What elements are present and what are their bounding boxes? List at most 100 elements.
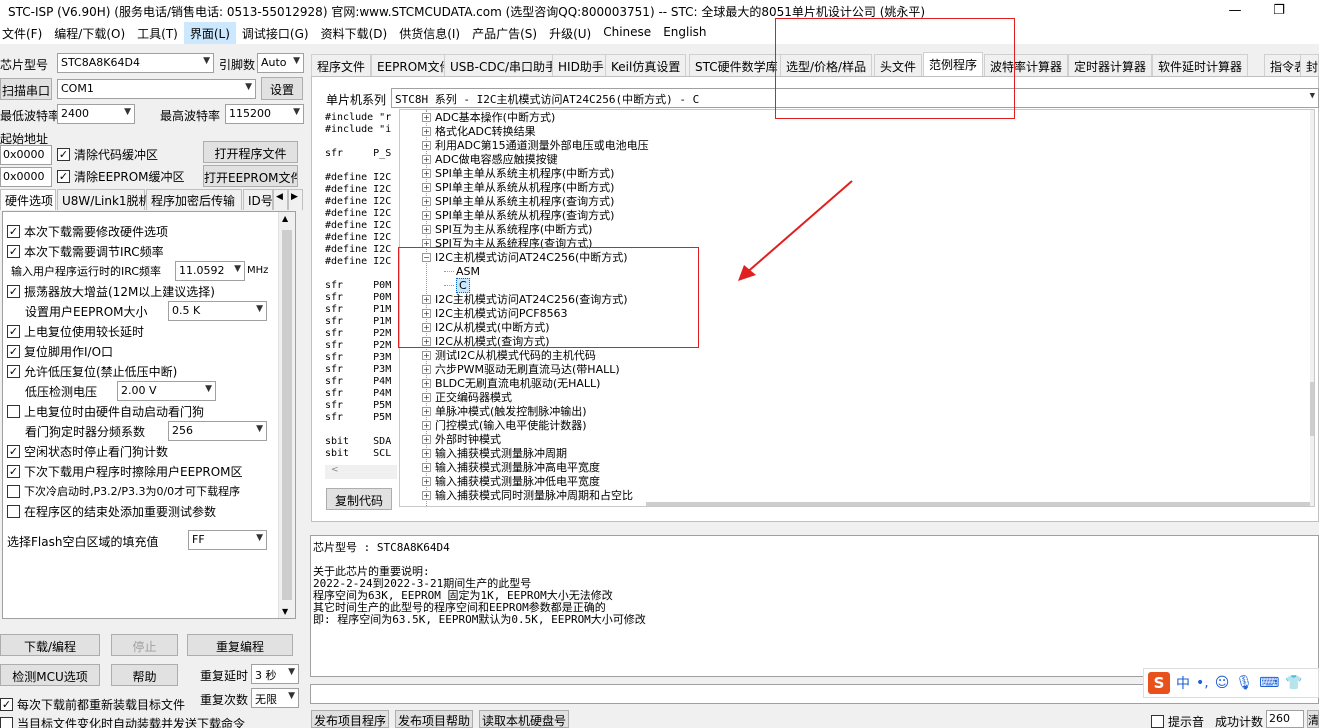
menu-supply[interactable]: 供货信息(I) [393, 22, 466, 44]
ime-skin-icon[interactable]: 👕 [1285, 675, 1302, 691]
series-select[interactable]: STC8H 系列 - I2C主机模式访问AT24C256(中断方式) - C ▼ [391, 88, 1319, 108]
tree-node[interactable]: + I2C主机模式访问AT24C256(查询方式) [422, 292, 628, 306]
tree-node[interactable]: + 六步PWM驱动无刷直流马达(带HALL) [422, 362, 620, 376]
menu-file[interactable]: 文件(F) [0, 22, 48, 44]
menu-english[interactable]: English [657, 22, 712, 44]
eeprom-addr-input[interactable]: 0x0000 [0, 167, 52, 187]
minimize-button[interactable]: — [1222, 2, 1248, 20]
tree-node[interactable]: + SPI单主单从系统从机程序(查询方式) [422, 208, 614, 222]
tree-node[interactable]: + 利用ADC第15通道测量外部电压或电池电压 [422, 138, 649, 152]
scroll-down-icon[interactable]: ▼ [282, 607, 288, 616]
expand-icon[interactable]: + [422, 238, 431, 248]
tree-node[interactable]: + 外部时钟模式 [422, 432, 501, 446]
collapse-icon[interactable]: − [422, 252, 431, 262]
tree-node[interactable]: + I2C主机模式访问PCF8563 [422, 306, 568, 320]
tree-node[interactable]: + 单脉冲模式(触发控制脉冲输出) [422, 404, 587, 418]
reload-before-download-checkbox[interactable]: ✓ 每次下载前都重新装载目标文件 [0, 696, 185, 713]
tree-node[interactable]: + SPI单主单从系统从机程序(中断方式) [422, 180, 614, 194]
tab-hid[interactable]: HID助手 [552, 54, 610, 76]
reprogram-button[interactable]: 重复编程 [187, 634, 293, 656]
tab-selection-price[interactable]: 选型/价格/样品 [780, 54, 873, 76]
expand-icon[interactable]: + [422, 462, 431, 472]
menu-interface[interactable]: 界面(L) [183, 22, 236, 44]
flash-fill-select[interactable]: FF ▼ [188, 530, 267, 550]
expand-icon[interactable]: + [422, 322, 431, 332]
expand-icon[interactable]: + [422, 392, 431, 402]
expand-icon[interactable]: + [422, 434, 431, 444]
tab-scroll-right-icon[interactable]: ▶ [288, 189, 303, 210]
tree-node[interactable]: + BLDC无刷直流电机驱动(无HALL) [422, 376, 600, 390]
tree-vscroll-thumb[interactable] [1310, 382, 1314, 436]
scan-port-button[interactable]: 扫描串口 [0, 78, 52, 100]
menu-debug[interactable]: 调试接口(G) [236, 22, 315, 44]
tree-node[interactable]: + SPI单主单从系统主机程序(查询方式) [422, 194, 614, 208]
copy-code-button[interactable]: 复制代码 [326, 488, 392, 510]
expand-icon[interactable]: + [422, 126, 431, 136]
prompt-sound-checkbox[interactable]: 提示音 [1151, 713, 1204, 728]
tab-id[interactable]: ID号 [243, 189, 273, 210]
tab-program-file[interactable]: 程序文件 [311, 54, 372, 76]
tab-baud-calc[interactable]: 波特率计算器 [984, 54, 1069, 76]
expand-icon[interactable]: + [422, 224, 431, 234]
expand-icon[interactable]: + [422, 154, 431, 164]
publish-help-button[interactable]: 发布项目帮助 [395, 710, 473, 728]
publish-program-button[interactable]: 发布项目程序 [311, 710, 389, 728]
menu-program[interactable]: 编程/下载(O) [48, 22, 131, 44]
tab-timer-calc[interactable]: 定时器计算器 [1068, 54, 1153, 76]
menu-tools[interactable]: 工具(T) [131, 22, 184, 44]
opt-reset-pin-io-checkbox[interactable]: ✓ 复位脚用作I/O口 [7, 343, 113, 360]
scroll-up-icon[interactable]: ▲ [282, 214, 288, 223]
tree-node[interactable]: + 输入捕获模式测量脉冲高电平宽度 [422, 460, 600, 474]
ime-toolbar[interactable]: S 中 •, ☺ 🎙 ⌨ 👕 [1143, 668, 1319, 698]
opt-test-params-checkbox[interactable]: 在程序区的结束处添加重要测试参数 [7, 503, 216, 520]
expand-icon[interactable]: + [422, 420, 431, 430]
restore-button[interactable]: ❐ [1266, 2, 1292, 20]
ime-language-icon[interactable]: 中 [1176, 673, 1190, 693]
stop-button[interactable]: 停止 [111, 634, 178, 656]
read-disk-id-button[interactable]: 读取本机硬盘号 [479, 710, 569, 728]
eeprom-size-select[interactable]: 0.5 K ▼ [168, 301, 267, 321]
tree-leaf[interactable]: ASM [444, 264, 480, 278]
code-addr-input[interactable]: 0x0000 [0, 145, 52, 165]
opt-low-voltage-reset-checkbox[interactable]: ✓ 允许低压复位(禁止低压中断) [7, 363, 177, 380]
menu-ads[interactable]: 产品广告(S) [466, 22, 543, 44]
hw-options-scrollbar[interactable]: ▲ ▼ [278, 212, 295, 618]
tab-header-files[interactable]: 头文件 [874, 54, 923, 76]
tab-usb-cdc[interactable]: USB-CDC/串口助手 [444, 54, 564, 76]
tree-hscroll-thumb[interactable] [646, 502, 1314, 506]
tab-more[interactable]: 封 [1300, 54, 1319, 76]
detect-mcu-button[interactable]: 检测MCU选项 [0, 664, 100, 686]
tab-hardware-options[interactable]: 硬件选项 [0, 189, 56, 210]
menu-downloads[interactable]: 资料下载(D) [315, 22, 394, 44]
expand-icon[interactable]: + [422, 490, 431, 500]
tab-encrypted-transfer[interactable]: 程序加密后传输 [146, 189, 242, 210]
expand-icon[interactable]: + [422, 378, 431, 388]
tab-keil-sim[interactable]: Keil仿真设置 [605, 54, 687, 76]
tree-node[interactable]: + SPI互为主从系统程序(查询方式) [422, 236, 592, 250]
tab-u8w-offline[interactable]: U8W/Link1脱机 [57, 189, 151, 210]
tree-leaf[interactable]: C [444, 277, 470, 293]
help-button[interactable]: 帮助 [111, 664, 178, 686]
tab-delay-calc[interactable]: 软件延时计算器 [1152, 54, 1249, 76]
ime-mic-icon[interactable]: 🎙 [1235, 675, 1253, 691]
tree-node[interactable]: + SPI互为主从系统程序(中断方式) [422, 222, 592, 236]
open-eeprom-file-button[interactable]: 打开EEPROM文件 [203, 165, 298, 187]
tab-sample-programs[interactable]: 范例程序 [923, 52, 984, 76]
pins-select[interactable]: Auto ▼ [257, 53, 304, 73]
tree-node[interactable]: + I2C从机模式(中断方式) [422, 320, 550, 334]
irc-select[interactable]: 11.0592 ▼ [175, 261, 245, 281]
tree-node[interactable]: + 输入捕获模式同时测量脉冲周期和占空比 [422, 488, 633, 502]
expand-icon[interactable]: + [422, 308, 431, 318]
opt-auto-watchdog-checkbox[interactable]: 上电复位时由硬件自动启动看门狗 [7, 403, 204, 420]
expand-icon[interactable]: + [422, 140, 431, 150]
settings-button[interactable]: 设置 [261, 77, 303, 100]
opt-idle-stop-wdt-checkbox[interactable]: ✓ 空闲状态时停止看门狗计数 [7, 443, 168, 460]
tab-scroll-left-icon[interactable]: ◀ [273, 189, 288, 210]
tree-node[interactable]: + 输入捕获模式测量脉冲低电平宽度 [422, 474, 600, 488]
expand-icon[interactable]: + [422, 476, 431, 486]
chip-type-select[interactable]: STC8A8K64D4 ▼ [57, 53, 214, 73]
menu-upgrade[interactable]: 升级(U) [543, 22, 597, 44]
expand-icon[interactable]: + [422, 168, 431, 178]
download-button[interactable]: 下载/编程 [0, 634, 100, 656]
tab-math-lib[interactable]: STC硬件数学库 [689, 54, 784, 76]
